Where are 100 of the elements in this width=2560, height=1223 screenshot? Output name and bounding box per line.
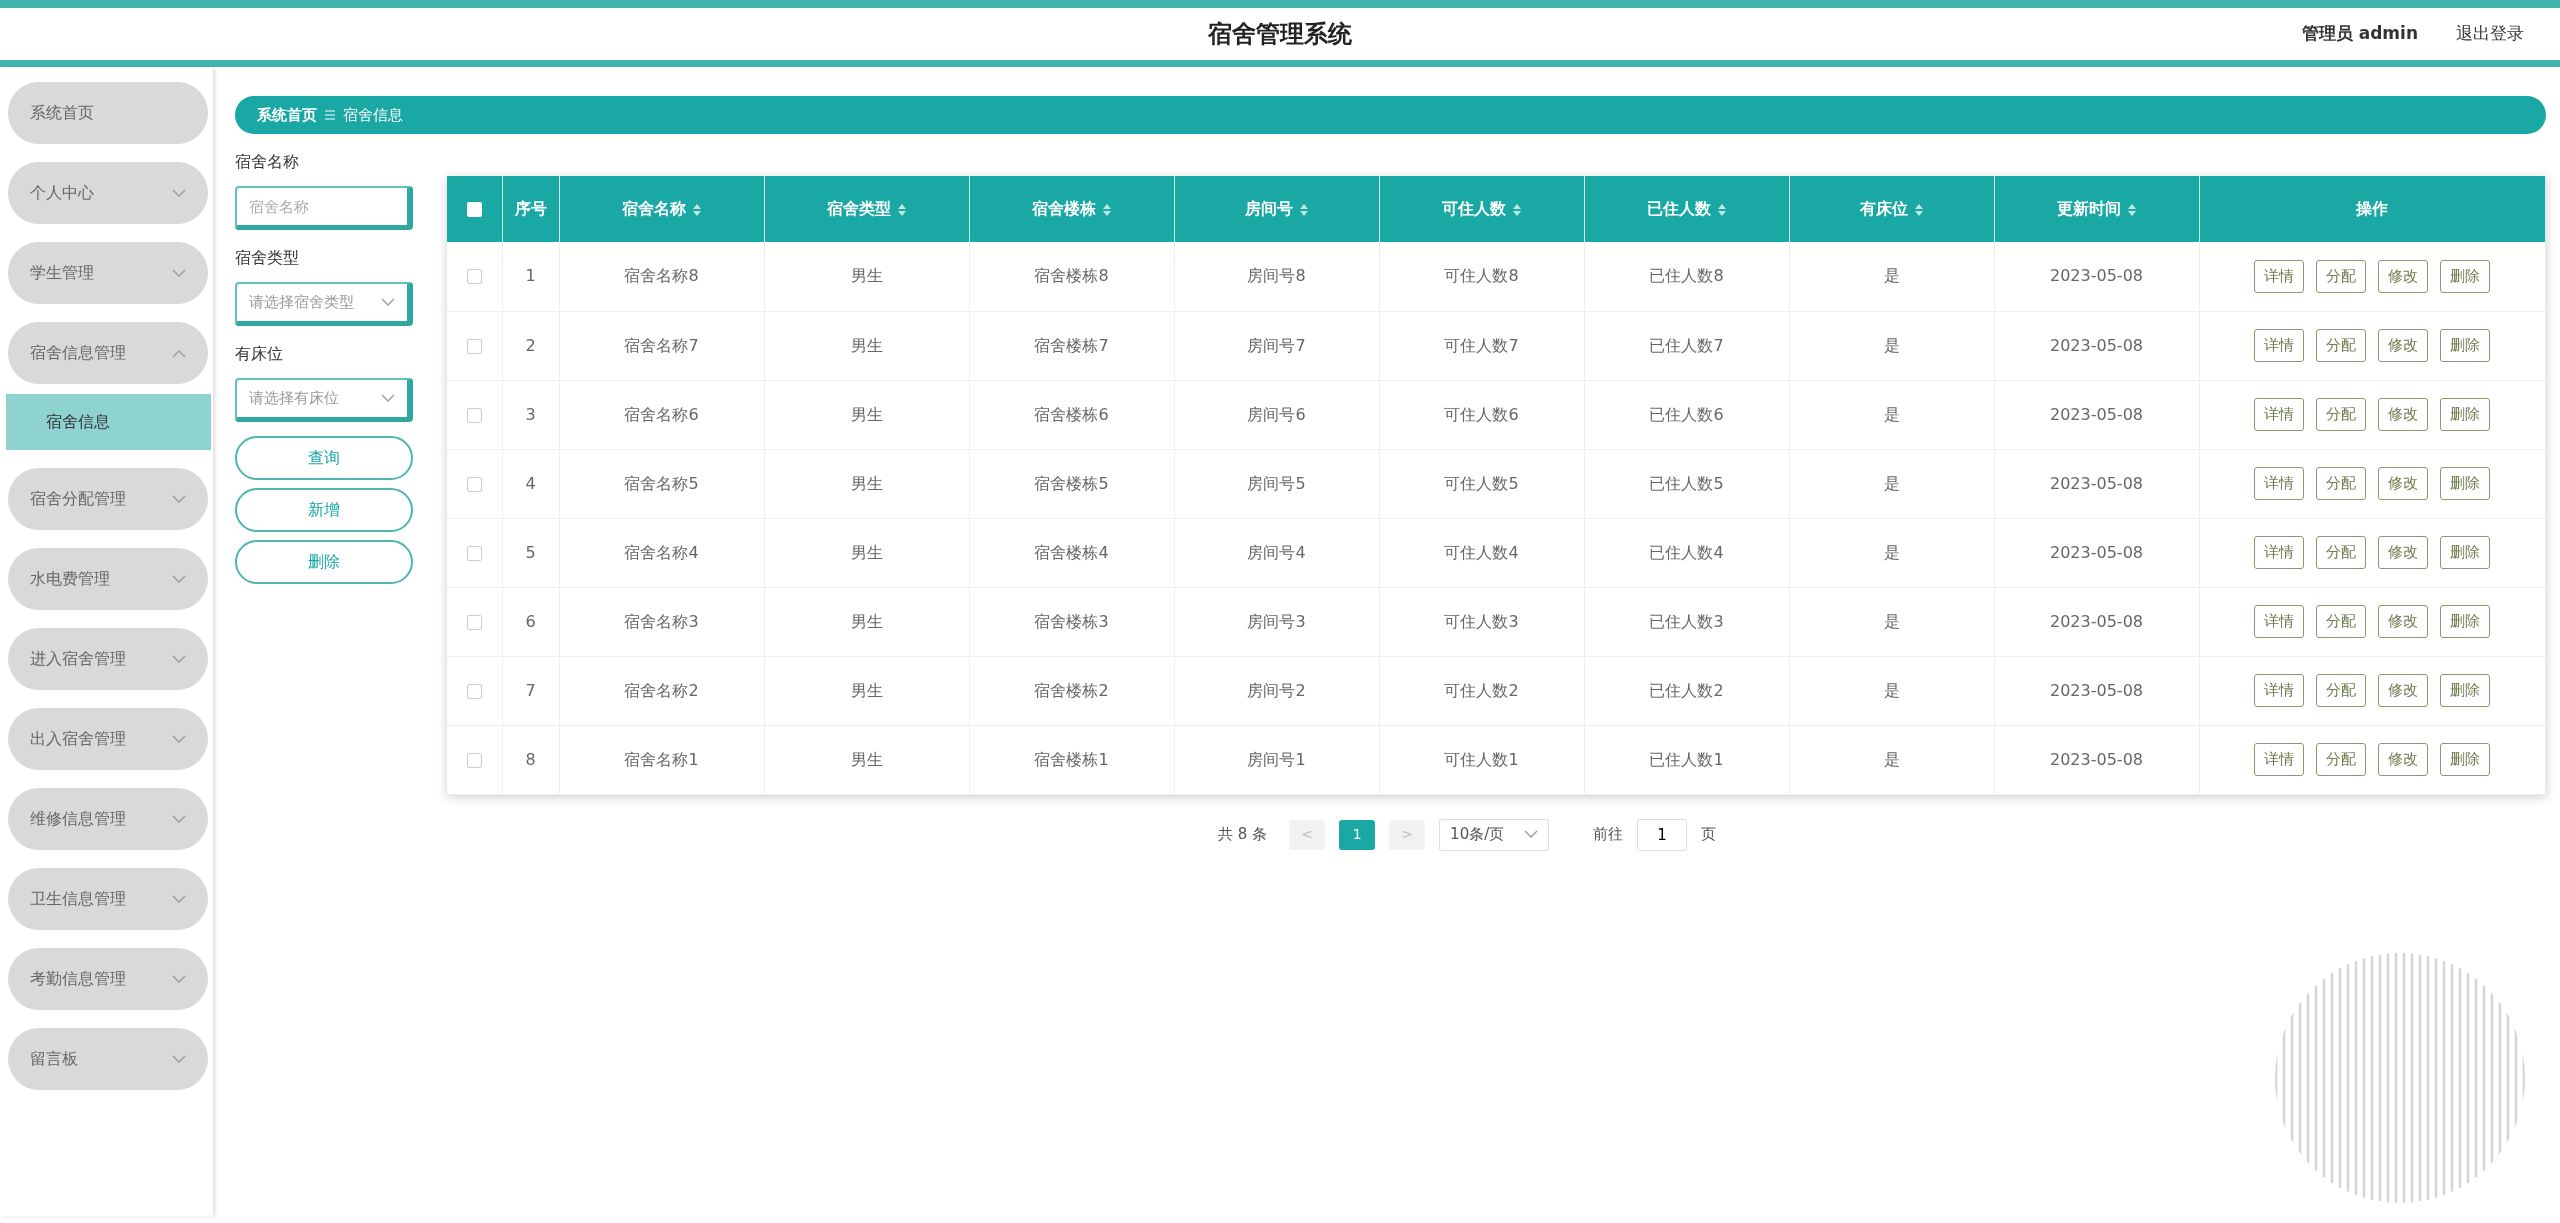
sidebar-item[interactable]: 宿舍信息管理 bbox=[8, 322, 208, 384]
action-button[interactable]: 详情 bbox=[2254, 260, 2305, 293]
action-button[interactable]: 删除 bbox=[2440, 467, 2491, 500]
text-field[interactable]: 宿舍名称 bbox=[235, 186, 413, 230]
action-button[interactable]: 修改 bbox=[2378, 467, 2429, 500]
action-button[interactable]: 分配 bbox=[2316, 467, 2367, 500]
table-cell: 房间号6 bbox=[1247, 404, 1306, 424]
action-button[interactable]: 分配 bbox=[2316, 398, 2367, 431]
action-button[interactable]: 详情 bbox=[2254, 467, 2305, 500]
logout-link[interactable]: 退出登录 bbox=[2456, 21, 2524, 47]
action-button[interactable]: 分配 bbox=[2316, 674, 2367, 707]
sort-icon[interactable] bbox=[1511, 202, 1522, 217]
sidebar-item[interactable]: 卫生信息管理 bbox=[8, 868, 208, 930]
sort-icon[interactable] bbox=[1913, 202, 1924, 217]
action-button[interactable]: 分配 bbox=[2316, 605, 2367, 638]
sidebar-item[interactable]: 学生管理 bbox=[8, 242, 208, 304]
action-button[interactable]: 删除 bbox=[2440, 260, 2491, 293]
breadcrumb-item[interactable]: 系统首页 bbox=[257, 103, 317, 127]
sidebar-item[interactable]: 系统首页 bbox=[8, 82, 208, 144]
sidebar-item[interactable]: 宿舍分配管理 bbox=[8, 468, 208, 530]
sort-icon[interactable] bbox=[896, 202, 907, 217]
table-cell: 可住人数5 bbox=[1444, 473, 1519, 493]
table-cell: 宿舍名称8 bbox=[624, 266, 699, 286]
action-button[interactable]: 删除 bbox=[2440, 674, 2491, 707]
page-input[interactable]: 1 bbox=[1637, 818, 1688, 851]
column-header[interactable]: 可住人数 bbox=[1441, 199, 1522, 218]
checkbox[interactable] bbox=[466, 202, 482, 217]
checkbox[interactable] bbox=[466, 269, 482, 285]
action-button[interactable]: 修改 bbox=[2378, 398, 2429, 431]
total-count: 共 8 条 bbox=[1218, 824, 1268, 846]
sidebar-item[interactable]: 进入宿舍管理 bbox=[8, 628, 208, 690]
submenu-item[interactable]: 宿舍信息 bbox=[6, 394, 211, 450]
column-header[interactable]: 操作 bbox=[2356, 199, 2389, 218]
checkbox[interactable] bbox=[466, 614, 482, 630]
checkbox[interactable] bbox=[466, 752, 482, 768]
action-button[interactable]: 删除 bbox=[2440, 743, 2491, 776]
column-header[interactable]: 更新时间 bbox=[2056, 199, 2137, 218]
sort-icon[interactable] bbox=[691, 202, 702, 217]
column-header[interactable]: 房间号 bbox=[1244, 199, 1309, 218]
action-button[interactable]: 详情 bbox=[2254, 398, 2305, 431]
table-cell: 宿舍楼栋3 bbox=[1034, 611, 1109, 631]
filter-label: 宿舍名称 bbox=[235, 151, 300, 173]
filter-button[interactable]: 删除 bbox=[235, 540, 413, 584]
table-cell: 男生 bbox=[850, 335, 883, 355]
action-button[interactable]: 删除 bbox=[2440, 329, 2491, 362]
sidebar-item[interactable]: 出入宿舍管理 bbox=[8, 708, 208, 770]
action-button[interactable]: 修改 bbox=[2378, 605, 2429, 638]
table-cell: 房间号3 bbox=[1247, 611, 1306, 631]
column-header[interactable]: 已住人数 bbox=[1646, 199, 1727, 218]
table-cell: 可住人数3 bbox=[1444, 611, 1519, 631]
table-cell: 2023-05-08 bbox=[2050, 404, 2143, 424]
column-header[interactable]: 有床位 bbox=[1859, 199, 1924, 218]
action-button[interactable]: 详情 bbox=[2254, 743, 2305, 776]
breadcrumb-item[interactable]: 宿舍信息 bbox=[343, 103, 403, 127]
sidebar-item[interactable]: 个人中心 bbox=[8, 162, 208, 224]
page-button[interactable]: 1 bbox=[1339, 819, 1376, 850]
action-button[interactable]: 删除 bbox=[2440, 605, 2491, 638]
action-button[interactable]: 分配 bbox=[2316, 260, 2367, 293]
table-cell: 是 bbox=[1883, 749, 1900, 769]
checkbox[interactable] bbox=[466, 407, 482, 423]
action-button[interactable]: 分配 bbox=[2316, 329, 2367, 362]
table-cell: 可住人数8 bbox=[1444, 266, 1519, 286]
action-button[interactable]: 修改 bbox=[2378, 536, 2429, 569]
action-button[interactable]: 修改 bbox=[2378, 674, 2429, 707]
column-header[interactable]: 序号 bbox=[514, 199, 547, 218]
table-cell: 是 bbox=[1883, 542, 1900, 562]
chevron-icon bbox=[172, 894, 186, 904]
checkbox[interactable] bbox=[466, 545, 482, 561]
sidebar-item[interactable]: 水电费管理 bbox=[8, 548, 208, 610]
action-button[interactable]: 详情 bbox=[2254, 605, 2305, 638]
sort-icon[interactable] bbox=[1716, 202, 1727, 217]
filter-button[interactable]: 查询 bbox=[235, 436, 413, 480]
filter-label: 有床位 bbox=[235, 343, 284, 365]
sidebar-item[interactable]: 考勤信息管理 bbox=[8, 948, 208, 1010]
action-button[interactable]: 分配 bbox=[2316, 536, 2367, 569]
checkbox[interactable] bbox=[466, 338, 482, 354]
sort-icon[interactable] bbox=[1298, 202, 1309, 217]
sort-icon[interactable] bbox=[2126, 202, 2137, 217]
sidebar-item[interactable]: 留言板 bbox=[8, 1028, 208, 1090]
sort-icon[interactable] bbox=[1101, 202, 1112, 217]
chevron-icon bbox=[172, 268, 186, 278]
column-header[interactable]: 宿舍楼栋 bbox=[1031, 199, 1112, 218]
page-size-select[interactable]: 10条/页 bbox=[1439, 818, 1550, 851]
action-button[interactable]: 分配 bbox=[2316, 743, 2367, 776]
action-button[interactable]: 详情 bbox=[2254, 536, 2305, 569]
action-button[interactable]: 删除 bbox=[2440, 398, 2491, 431]
action-button[interactable]: 删除 bbox=[2440, 536, 2491, 569]
action-button[interactable]: 修改 bbox=[2378, 260, 2429, 293]
filter-button[interactable]: 新增 bbox=[235, 488, 413, 532]
action-button[interactable]: 修改 bbox=[2378, 743, 2429, 776]
column-header[interactable]: 宿舍名称 bbox=[621, 199, 702, 218]
checkbox[interactable] bbox=[466, 683, 482, 699]
column-header[interactable]: 宿舍类型 bbox=[826, 199, 907, 218]
action-button[interactable]: 详情 bbox=[2254, 674, 2305, 707]
sidebar-item[interactable]: 维修信息管理 bbox=[8, 788, 208, 850]
select-field[interactable]: 请选择宿舍类型 bbox=[235, 282, 413, 326]
select-field[interactable]: 请选择有床位 bbox=[235, 378, 413, 422]
action-button[interactable]: 详情 bbox=[2254, 329, 2305, 362]
action-button[interactable]: 修改 bbox=[2378, 329, 2429, 362]
checkbox[interactable] bbox=[466, 476, 482, 492]
